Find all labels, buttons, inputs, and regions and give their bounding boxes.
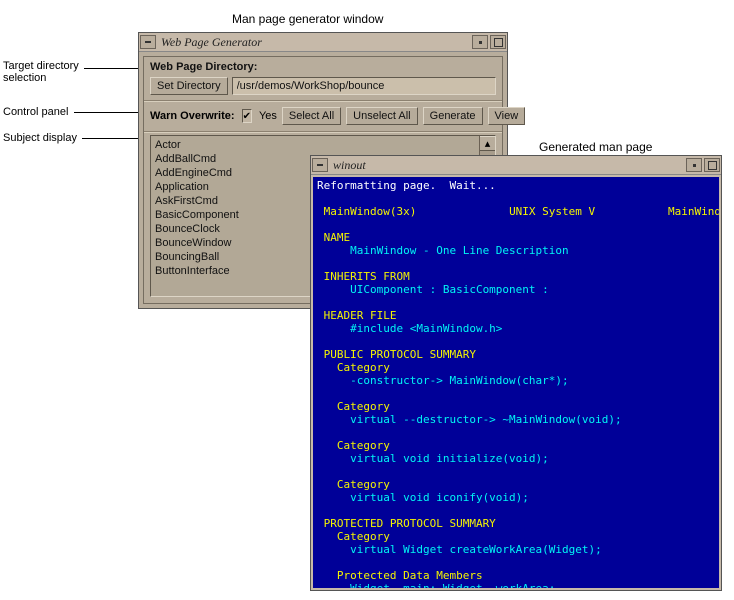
select-all-button[interactable]: Select All [282, 107, 341, 125]
caption-terminal: Generated man page [539, 140, 652, 154]
window-menu-icon[interactable] [312, 158, 328, 172]
set-directory-button[interactable]: Set Directory [150, 77, 228, 95]
callout-subject-display: Subject display [3, 132, 77, 144]
view-button[interactable]: View [488, 107, 526, 125]
callout-control-panel: Control panel [3, 106, 68, 118]
maximize-icon[interactable] [490, 35, 506, 49]
callout-line [74, 112, 139, 113]
list-item[interactable]: Actor [155, 138, 475, 152]
terminal-output: Reformatting page. Wait... MainWindow(3x… [313, 177, 719, 588]
generate-button[interactable]: Generate [423, 107, 483, 125]
warn-overwrite-label: Warn Overwrite: [150, 110, 235, 122]
window-menu-icon[interactable] [140, 35, 156, 49]
generator-title: Web Page Generator [157, 35, 471, 50]
callout-line [82, 138, 139, 139]
yes-label: Yes [259, 110, 277, 122]
directory-input[interactable] [232, 77, 496, 95]
scroll-up-icon[interactable]: ▴ [480, 136, 495, 151]
callout-target-dir: Target directoryselection [3, 60, 79, 84]
maximize-icon[interactable] [704, 158, 720, 172]
generator-titlebar[interactable]: Web Page Generator [139, 33, 507, 52]
callout-line [84, 68, 139, 69]
warn-overwrite-checkbox[interactable]: ✔ [242, 109, 252, 123]
minimize-icon[interactable] [686, 158, 702, 172]
dir-label: Web Page Directory: [144, 57, 502, 75]
unselect-all-button[interactable]: Unselect All [346, 107, 417, 125]
caption-generator: Man page generator window [232, 12, 383, 26]
terminal-titlebar[interactable]: winout [311, 156, 721, 175]
terminal-title: winout [329, 158, 685, 173]
terminal-window: winout Reformatting page. Wait... MainWi… [310, 155, 722, 591]
minimize-icon[interactable] [472, 35, 488, 49]
